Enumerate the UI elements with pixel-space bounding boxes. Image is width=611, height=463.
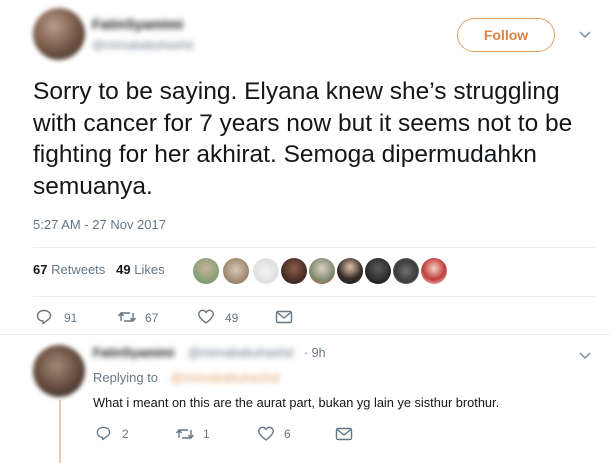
reply-icon[interactable]	[35, 308, 53, 326]
author-handle[interactable]: @mimababuhashd	[92, 38, 193, 52]
liker-avatar[interactable]	[393, 258, 419, 284]
thread-connector-line	[59, 400, 61, 463]
likes-count: 49	[116, 262, 131, 277]
engagement-stats: 67 Retweets 49 Likes	[33, 262, 165, 277]
retweets-label: Retweets	[51, 262, 106, 277]
divider	[33, 247, 595, 248]
liker-avatar[interactable]	[365, 258, 391, 284]
liker-avatar[interactable]	[309, 258, 335, 284]
reply-author-avatar[interactable]	[33, 345, 85, 397]
replying-to-handle[interactable]: @mimababuhashd	[170, 370, 279, 385]
liker-avatar[interactable]	[253, 258, 279, 284]
liker-avatar[interactable]	[337, 258, 363, 284]
tweet-timestamp[interactable]: 5:27 AM - 27 Nov 2017	[33, 217, 166, 232]
reply-icon[interactable]	[95, 425, 112, 442]
retweet-icon[interactable]	[117, 308, 137, 326]
caret-down-icon[interactable]	[577, 347, 593, 363]
likes-stat[interactable]: 49 Likes	[116, 262, 164, 277]
liker-avatar[interactable]	[421, 258, 447, 284]
liker-avatar[interactable]	[223, 258, 249, 284]
author-avatar[interactable]	[33, 8, 85, 60]
reply-text: What i meant on this are the aurat part,…	[93, 395, 500, 410]
follow-button[interactable]: Follow	[457, 18, 555, 52]
retweet-count: 1	[203, 427, 210, 441]
retweet-count: 67	[145, 311, 159, 325]
liker-avatar[interactable]	[281, 258, 307, 284]
author-display-name[interactable]: FatinSyamimi	[92, 16, 183, 32]
dm-envelope-icon[interactable]	[335, 426, 353, 442]
caret-down-icon[interactable]	[577, 26, 593, 42]
divider	[33, 296, 595, 297]
retweets-count: 67	[33, 262, 48, 277]
heart-icon[interactable]	[257, 425, 275, 443]
likes-label: Likes	[134, 262, 165, 277]
liker-avatar[interactable]	[193, 258, 219, 284]
like-count: 49	[225, 311, 239, 325]
retweet-icon[interactable]	[175, 425, 195, 443]
heart-icon[interactable]	[197, 308, 215, 326]
reply-count: 91	[64, 311, 78, 325]
divider	[0, 334, 611, 335]
like-count: 6	[284, 427, 291, 441]
replying-to-label: Replying to	[93, 370, 159, 385]
reply-author-handle[interactable]: @mimababuhashd	[188, 346, 293, 360]
tweet-text: Sorry to be saying. Elyana knew she’s st…	[33, 78, 573, 200]
dm-envelope-icon[interactable]	[275, 309, 293, 325]
reply-timestamp[interactable]: · 9h	[304, 346, 326, 360]
retweets-stat[interactable]: 67 Retweets	[33, 262, 105, 277]
reply-count: 2	[122, 427, 129, 441]
reply-author-display-name[interactable]: FatinSyamimi	[93, 346, 174, 360]
